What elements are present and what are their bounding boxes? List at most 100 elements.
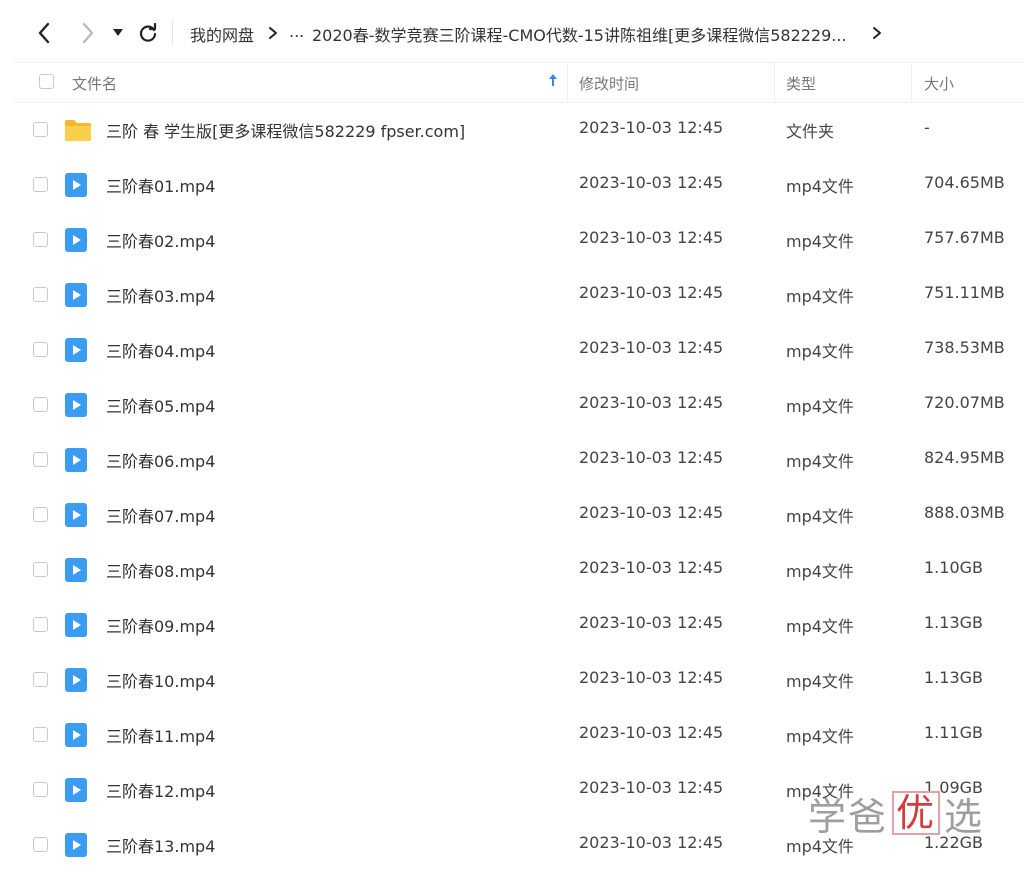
caret-down-icon [113,29,123,36]
file-row[interactable]: 三阶春07.mp4 2023-10-03 12:45 mp4文件 888.03MB [14,487,1024,542]
file-row[interactable]: 三阶春04.mp4 2023-10-03 12:45 mp4文件 738.53MB [14,322,1024,377]
row-checkbox[interactable] [33,397,48,412]
file-name[interactable]: 三阶春03.mp4 [106,283,215,307]
chevron-right-icon [82,22,94,44]
row-checkbox[interactable] [33,342,48,357]
file-modified: 2023-10-03 12:45 [579,558,724,577]
row-checkbox[interactable] [33,617,48,632]
file-type: mp4文件 [786,672,854,691]
row-checkbox[interactable] [33,232,48,247]
toolbar: 我的网盘 ... 2020春-数学竞赛三阶课程-CMO代数-15讲陈祖维[更多课… [0,0,1024,64]
row-checkbox[interactable] [33,562,48,577]
sort-ascending-icon[interactable] [548,72,558,92]
refresh-button[interactable] [136,20,160,46]
file-name[interactable]: 三阶春04.mp4 [106,338,215,362]
file-type: mp4文件 [786,452,854,471]
row-checkbox[interactable] [33,177,48,192]
file-size: 888.03MB [924,503,1005,522]
file-name[interactable]: 三阶春06.mp4 [106,448,215,472]
breadcrumb-item-ellipsis[interactable]: ... [289,22,304,41]
column-divider[interactable] [911,63,912,102]
file-row[interactable]: 三阶春11.mp4 2023-10-03 12:45 mp4文件 1.11GB [14,707,1024,762]
file-modified: 2023-10-03 12:45 [579,503,724,522]
row-checkbox[interactable] [33,452,48,467]
file-modified: 2023-10-03 12:45 [579,393,724,412]
refresh-icon [139,23,157,42]
file-row[interactable]: 三阶春03.mp4 2023-10-03 12:45 mp4文件 751.11MB [14,267,1024,322]
column-header-name[interactable]: 文件名 [72,73,117,94]
column-header-type[interactable]: 类型 [786,73,816,94]
video-icon [64,832,90,858]
video-icon [64,612,90,638]
file-row[interactable]: 三阶 春 学生版[更多课程微信582229 fpser.com] 2023-10-… [14,102,1024,157]
file-size: 704.65MB [924,173,1005,192]
file-name[interactable]: 三阶 春 学生版[更多课程微信582229 fpser.com] [106,118,465,142]
file-size: 1.11GB [924,723,983,742]
video-icon [64,447,90,473]
file-modified: 2023-10-03 12:45 [579,778,724,797]
column-divider[interactable] [774,63,775,102]
toolbar-divider [172,20,173,46]
breadcrumb-item-current[interactable]: 2020春-数学竞赛三阶课程-CMO代数-15讲陈祖维[更多课程微信582229… [312,22,847,46]
video-icon [64,172,90,198]
file-name[interactable]: 三阶春13.mp4 [106,833,215,857]
file-size: 751.11MB [924,283,1005,302]
file-modified: 2023-10-03 12:45 [579,833,724,852]
file-type: mp4文件 [786,562,854,581]
file-name[interactable]: 三阶春07.mp4 [106,503,215,527]
file-name[interactable]: 三阶春09.mp4 [106,613,215,637]
row-checkbox[interactable] [33,837,48,852]
file-type: mp4文件 [786,177,854,196]
row-checkbox[interactable] [33,727,48,742]
watermark-highlight: 优 [892,791,941,835]
watermark-text: 选 [944,794,985,839]
row-checkbox[interactable] [33,507,48,522]
file-row[interactable]: 三阶春05.mp4 2023-10-03 12:45 mp4文件 720.07MB [14,377,1024,432]
file-modified: 2023-10-03 12:45 [579,613,724,632]
select-all-checkbox[interactable] [39,74,54,89]
file-name[interactable]: 三阶春12.mp4 [106,778,215,802]
breadcrumb-separator-icon [268,22,278,44]
video-icon [64,337,90,363]
file-type: mp4文件 [786,727,854,746]
file-modified: 2023-10-03 12:45 [579,668,724,687]
row-checkbox[interactable] [33,122,48,137]
file-row[interactable]: 三阶春01.mp4 2023-10-03 12:45 mp4文件 704.65MB [14,157,1024,212]
file-name[interactable]: 三阶春05.mp4 [106,393,215,417]
video-icon [64,667,90,693]
video-icon [64,282,90,308]
file-row[interactable]: 三阶春06.mp4 2023-10-03 12:45 mp4文件 824.95MB [14,432,1024,487]
file-size: 824.95MB [924,448,1005,467]
back-button[interactable] [32,20,56,46]
file-row[interactable]: 三阶春08.mp4 2023-10-03 12:45 mp4文件 1.10GB [14,542,1024,597]
breadcrumb-item-root[interactable]: 我的网盘 [190,22,254,46]
column-header-modified[interactable]: 修改时间 [579,73,639,94]
row-checkbox[interactable] [33,672,48,687]
file-name[interactable]: 三阶春02.mp4 [106,228,215,252]
file-modified: 2023-10-03 12:45 [579,723,724,742]
file-row[interactable]: 三阶春10.mp4 2023-10-03 12:45 mp4文件 1.13GB [14,652,1024,707]
file-name[interactable]: 三阶春01.mp4 [106,173,215,197]
row-checkbox[interactable] [33,782,48,797]
video-icon [64,392,90,418]
column-divider[interactable] [567,63,568,102]
file-row[interactable]: 三阶春02.mp4 2023-10-03 12:45 mp4文件 757.67MB [14,212,1024,267]
file-modified: 2023-10-03 12:45 [579,118,724,137]
video-icon [64,722,90,748]
file-size: 720.07MB [924,393,1005,412]
watermark-text: 学爸 [808,794,889,839]
file-name[interactable]: 三阶春08.mp4 [106,558,215,582]
column-header-size[interactable]: 大小 [924,73,954,94]
row-checkbox[interactable] [33,287,48,302]
video-icon [64,557,90,583]
file-type: mp4文件 [786,397,854,416]
forward-button[interactable] [76,20,100,46]
file-name[interactable]: 三阶春10.mp4 [106,668,215,692]
file-row[interactable]: 三阶春09.mp4 2023-10-03 12:45 mp4文件 1.13GB [14,597,1024,652]
file-type: 文件夹 [786,122,835,141]
file-list: 三阶 春 学生版[更多课程微信582229 fpser.com] 2023-10-… [14,102,1024,872]
file-type: mp4文件 [786,342,854,361]
history-dropdown-button[interactable] [110,20,126,46]
breadcrumb-more-icon[interactable] [872,22,882,44]
file-name[interactable]: 三阶春11.mp4 [106,723,215,747]
